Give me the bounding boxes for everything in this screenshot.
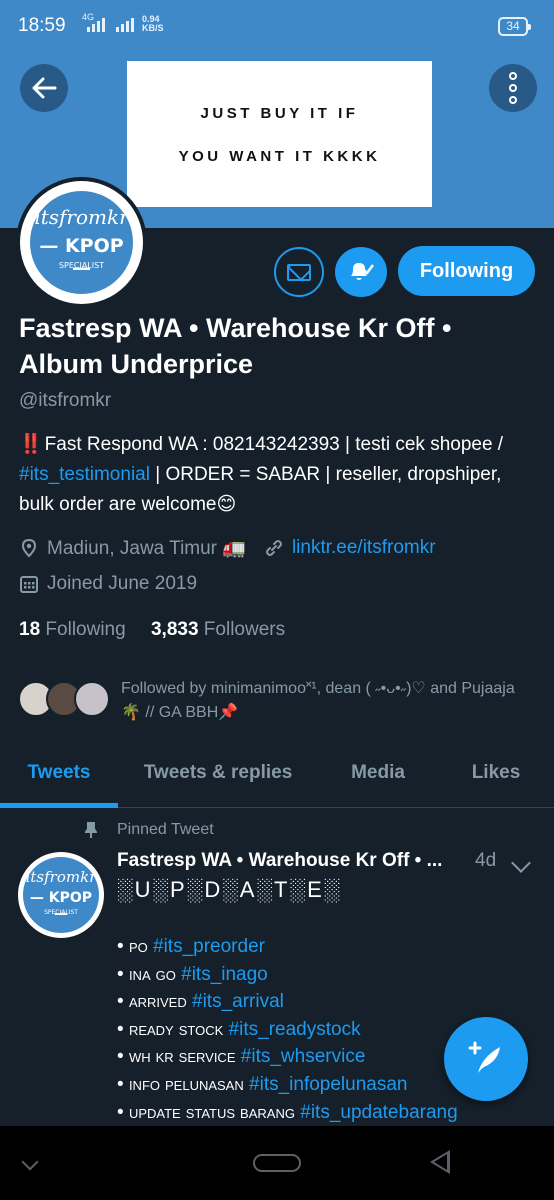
tab-media[interactable]: Media	[318, 742, 438, 806]
avatar-logo-small: itsfromkr — KPOP — SPECIALIST	[23, 857, 99, 933]
follow-counts: 18 Following 3,833 Followers	[19, 619, 285, 641]
notifications-button[interactable]	[335, 247, 387, 297]
battery-icon: 34	[498, 17, 531, 36]
system-nav-bar	[0, 1126, 554, 1200]
message-button[interactable]	[274, 247, 324, 297]
logo-text-specialist-small: SPECIALIST	[44, 909, 78, 916]
website-link[interactable]: linktr.ee/itsfromkr	[292, 537, 436, 559]
following-count-link[interactable]: 18 Following	[19, 619, 126, 640]
followers-label: Followers	[203, 619, 286, 640]
tweet-menu-chevron-icon[interactable]	[511, 853, 531, 873]
followed-by-text: Followed by minimanimoo˟¹, dean ( ˶•ᴗ•˶)…	[121, 680, 515, 721]
list-keyword: PO	[128, 936, 148, 956]
signal-icon-2	[116, 18, 134, 32]
nav-hide-icon[interactable]	[21, 1153, 39, 1171]
tab-tweets[interactable]: Tweets	[0, 742, 118, 806]
list-keyword: UPDATE STATUS BARANG	[128, 1101, 295, 1122]
pinned-tweet-label: Pinned Tweet	[117, 821, 214, 838]
nav-home-button[interactable]	[253, 1154, 301, 1172]
hashtag-link[interactable]: #its_inago	[181, 964, 268, 985]
link-icon	[265, 540, 282, 556]
hashtag-link[interactable]: #its_infopelunasan	[249, 1074, 407, 1095]
mail-icon	[287, 263, 311, 281]
list-item: • UPDATE STATUS BARANG #its_updatebarang	[117, 1101, 458, 1123]
following-button[interactable]: Following	[398, 246, 535, 296]
double-exclamation-icon: ‼️	[19, 434, 43, 455]
list-item: • PO #its_preorder	[117, 936, 265, 957]
logo-text-its-small: itsfromkr	[25, 868, 97, 886]
signal-icon	[87, 18, 105, 32]
status-bar: 18:59 4G 0.94 KB/S 34	[0, 0, 554, 46]
followers-count-link[interactable]: 3,833 Followers	[151, 619, 285, 640]
list-item: • INA GO #its_inago	[117, 963, 268, 985]
list-keyword: ARRIVED	[128, 991, 187, 1012]
more-options-button[interactable]	[489, 64, 537, 112]
hashtag-link[interactable]: #its_preorder	[153, 936, 265, 957]
banner-line1: JUST BUY IT IF	[200, 105, 359, 122]
following-label: Following	[45, 619, 126, 640]
profile-handle: @itsfromkr	[19, 390, 112, 411]
list-item: • ARRIVED #its_arrival	[117, 991, 284, 1013]
profile-meta-joined: Joined June 2019	[19, 573, 197, 595]
list-keyword: INA GO	[128, 963, 176, 984]
tweet-timestamp: 4d	[475, 850, 497, 871]
tab-likes[interactable]: Likes	[438, 742, 554, 806]
speed-unit: KB/S	[142, 23, 164, 33]
profile-avatar[interactable]: itsfromkr — KPOP — SPECIALIST	[16, 177, 147, 308]
logo-text-specialist: SPECIALIST	[58, 261, 105, 270]
location-text: Madiun, Jawa Timur 🚛	[47, 538, 246, 559]
avatar-logo: itsfromkr — KPOP — SPECIALIST	[30, 191, 133, 294]
profile-meta-location: Madiun, Jawa Timur 🚛 linktr.ee/itsfromkr	[19, 536, 436, 560]
pin-icon	[85, 822, 97, 838]
active-tab-indicator	[0, 803, 118, 808]
hashtag-link[interactable]: #its_arrival	[192, 991, 284, 1012]
logo-text-its: itsfromkr	[34, 205, 129, 229]
list-keyword: READY STOCK	[128, 1018, 224, 1039]
hashtag-link[interactable]: #its_readystock	[229, 1019, 361, 1040]
following-count: 18	[19, 619, 41, 640]
status-time: 18:59	[18, 15, 66, 36]
tweet-author-avatar[interactable]: itsfromkr — KPOP — SPECIALIST	[18, 852, 104, 938]
bio-hashtag-link[interactable]: #its_testimonial	[19, 464, 150, 485]
bio-text-1: Fast Respond WA : 082143242393 | testi c…	[44, 434, 504, 455]
logo-text-kpop: — KPOP —	[39, 235, 124, 279]
tweet-headline: ░U░P░D░A░T░E░	[117, 877, 342, 902]
tweet-author-name[interactable]: Fastresp WA • Warehouse Kr Off • ...	[117, 850, 462, 872]
joined-text: Joined June 2019	[47, 573, 198, 594]
hashtag-link[interactable]: #its_updatebarang	[300, 1102, 457, 1123]
list-keyword: WH KR SERVICE	[128, 1046, 236, 1067]
compose-tweet-button[interactable]	[444, 1017, 528, 1101]
profile-name: Fastresp WA • Warehouse Kr Off • Album U…	[19, 313, 452, 379]
banner-line2: YOU WANT IT KKKK	[178, 148, 381, 165]
tab-tweets-replies[interactable]: Tweets & replies	[118, 742, 318, 806]
data-speed: 0.94 KB/S	[142, 15, 164, 33]
arrow-left-icon	[32, 77, 57, 99]
location-pin-icon	[21, 538, 37, 558]
more-vertical-icon	[509, 72, 517, 104]
logo-text-kpop-small: — KPOP —	[29, 890, 93, 922]
bell-check-icon	[351, 263, 374, 280]
list-keyword: INFO PELUNASAN	[128, 1073, 244, 1094]
profile-tabs: Tweets Tweets & replies Media Likes	[0, 742, 554, 808]
compose-feather-icon	[468, 1041, 500, 1073]
banner-card: JUST BUY IT IF YOU WANT IT KKKK	[127, 61, 432, 207]
nav-back-button[interactable]	[430, 1150, 450, 1174]
avatar	[74, 681, 110, 717]
profile-bio: ‼️ Fast Respond WA : 082143242393 | testi…	[19, 430, 539, 520]
pinned-label-row: Pinned Tweet	[85, 821, 214, 839]
followed-by-row[interactable]: Followed by minimanimoo˟¹, dean ( ˶•ᴗ•˶)…	[18, 677, 538, 725]
hashtag-link[interactable]: #its_whservice	[241, 1046, 366, 1067]
followers-count: 3,833	[150, 619, 199, 640]
calendar-icon	[20, 576, 38, 593]
back-button[interactable]	[20, 64, 68, 112]
